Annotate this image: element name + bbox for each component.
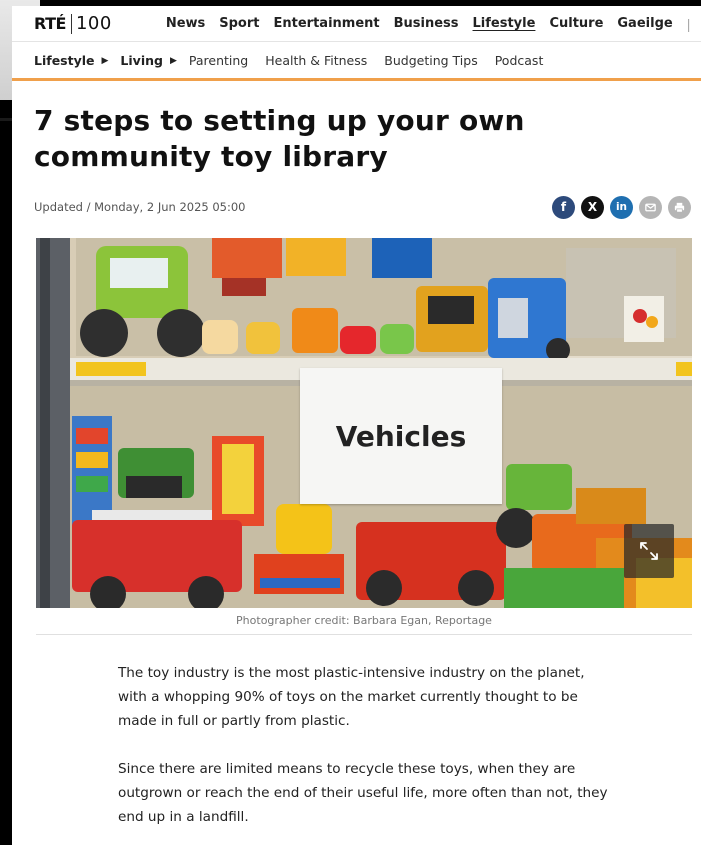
nav-culture[interactable]: Culture [549, 16, 603, 31]
x-glyph: X [587, 200, 598, 214]
logo-brand: RTÉ [34, 14, 66, 33]
subnav-budgeting-tips[interactable]: Budgeting Tips [384, 53, 477, 68]
article-meta: Updated / Monday, 2 Jun 2025 05:00 f X i… [12, 175, 701, 221]
article-page: RTÉ 100 News Sport Entertainment Busines… [12, 6, 701, 845]
site-logo[interactable]: RTÉ 100 [34, 13, 112, 34]
nav-entertainment[interactable]: Entertainment [274, 16, 380, 31]
nav-divider: | [686, 15, 691, 32]
email-icon[interactable] [639, 195, 662, 219]
subnav-podcast[interactable]: Podcast [495, 53, 544, 68]
top-navigation: RTÉ 100 News Sport Entertainment Busines… [12, 6, 701, 42]
breadcrumb-lifestyle[interactable]: Lifestyle [34, 53, 95, 68]
nav-business[interactable]: Business [394, 16, 459, 31]
x-icon[interactable]: X [581, 195, 604, 219]
nav-news[interactable]: News [166, 16, 205, 31]
breadcrumb-living[interactable]: Living [120, 53, 163, 68]
linkedin-icon[interactable]: in [610, 195, 633, 219]
subnav-parenting[interactable]: Parenting [189, 53, 248, 68]
section-navigation: Lifestyle ▶ Living ▶ Parenting Health & … [12, 42, 701, 81]
article-paragraph: The toy industry is the most plastic-int… [118, 665, 585, 729]
share-buttons: f X in [552, 195, 691, 219]
facebook-icon[interactable]: f [552, 195, 575, 219]
caret-right-icon: ▶ [169, 54, 177, 65]
hero-image: Vehicles [36, 238, 692, 608]
expand-image-icon[interactable] [624, 524, 674, 578]
article-headline: 7 steps to setting up your own community… [34, 104, 525, 173]
logo-separator [70, 13, 72, 34]
caret-right-icon: ▶ [101, 54, 109, 65]
article-body: The toy industry is the most plastic-int… [118, 661, 608, 845]
nav-gaeilge[interactable]: Gaeilge [617, 16, 672, 31]
vehicles-sign: Vehicles [300, 368, 502, 504]
linkedin-glyph: in [615, 201, 628, 213]
updated-timestamp: Updated / Monday, 2 Jun 2025 05:00 [34, 200, 246, 214]
photo-caption: Photographer credit: Barbara Egan, Repor… [36, 608, 692, 635]
facebook-glyph: f [560, 200, 567, 214]
subnav-health-fitness[interactable]: Health & Fitness [265, 53, 367, 68]
nav-sport[interactable]: Sport [219, 16, 259, 31]
print-icon[interactable] [668, 195, 691, 219]
nav-lifestyle[interactable]: Lifestyle [473, 16, 536, 31]
article-paragraph: Since there are limited means to recycle… [118, 761, 608, 825]
logo-anniversary: 100 [75, 13, 112, 34]
